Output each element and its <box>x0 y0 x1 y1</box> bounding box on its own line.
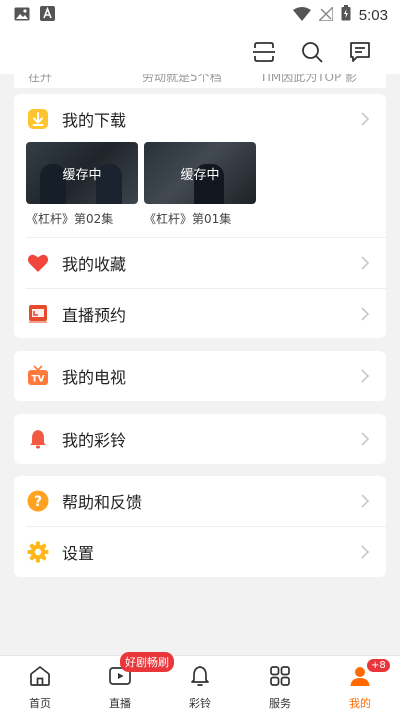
download-caption: 《杠杆》第02集 <box>26 212 114 226</box>
my-downloads-label: 我的下载 <box>62 111 127 130</box>
video-thumbnail: 缓存中 <box>144 142 256 204</box>
status-bar: 5:03 <box>0 0 400 30</box>
my-tv-row[interactable]: TV 我的电视 <box>14 351 386 401</box>
battery-charging-icon <box>341 5 351 25</box>
nav-label: 彩铃 <box>189 697 211 710</box>
chevron-right-icon <box>360 368 370 388</box>
download-icon <box>26 107 50 131</box>
tv-icon: TV <box>26 364 50 388</box>
tv-icon-text: TV <box>31 375 44 385</box>
help-icon-text: ? <box>34 494 42 510</box>
download-list: 缓存中 《杠杆》第02集 缓存中 《杠杆》第01集 <box>14 142 386 227</box>
live-booking-row[interactable]: 直播预约 <box>14 289 386 339</box>
help-feedback-label: 帮助和反馈 <box>62 493 143 512</box>
video-thumbnail: 缓存中 <box>26 142 138 204</box>
grid-icon <box>268 664 292 692</box>
peek-text-3: TIM因此为TOP 影 <box>260 74 358 84</box>
support-card: ? 帮助和反馈 设置 <box>14 476 386 577</box>
bell-icon <box>26 427 50 451</box>
search-icon[interactable] <box>298 38 326 66</box>
nav-ringtone[interactable]: 彩铃 <box>160 656 240 711</box>
chevron-right-icon <box>360 544 370 564</box>
peek-text-2: 劳动就是5个档 <box>142 74 222 84</box>
chevron-right-icon <box>360 111 370 131</box>
a-letter-icon <box>40 5 55 25</box>
bottom-navigation: 首页 直播 好剧畅刷 彩铃 服务 我的 +8 <box>0 652 400 711</box>
nav-label: 我的 <box>349 697 371 710</box>
live-booking-label: 直播预约 <box>62 306 127 325</box>
bell-icon <box>188 664 212 692</box>
nav-home[interactable]: 首页 <box>0 656 80 711</box>
my-tv-label: 我的电视 <box>62 368 127 387</box>
heart-icon <box>26 251 50 275</box>
nav-services[interactable]: 服务 <box>240 656 320 711</box>
nav-live[interactable]: 直播 好剧畅刷 <box>80 652 174 711</box>
calendar-icon <box>26 302 50 326</box>
peek-text-1: 在升 <box>28 74 53 84</box>
nav-label: 直播 <box>109 697 131 710</box>
caching-status: 缓存中 <box>26 142 138 204</box>
gear-icon <box>26 540 50 564</box>
help-icon: ? <box>26 489 50 513</box>
my-tv-card: TV 我的电视 <box>14 351 386 401</box>
image-icon <box>14 6 30 25</box>
my-downloads-row[interactable]: 我的下载 <box>14 94 386 144</box>
download-item[interactable]: 缓存中 《杠杆》第02集 <box>26 142 138 227</box>
status-time: 5:03 <box>358 6 388 24</box>
help-feedback-row[interactable]: ? 帮助和反馈 <box>14 476 386 526</box>
notification-badge: +8 <box>366 658 391 673</box>
wifi-icon <box>292 6 311 25</box>
nav-label: 首页 <box>29 697 51 710</box>
ringtone-card: 我的彩铃 <box>14 414 386 464</box>
message-icon[interactable] <box>346 38 374 66</box>
nav-label: 服务 <box>269 697 291 710</box>
scrolled-content-strip: 在升 劳动就是5个档 TIM因此为TOP 影 <box>14 74 386 88</box>
no-signal-icon <box>317 4 334 25</box>
chevron-right-icon <box>360 255 370 275</box>
library-card: 我的下载 缓存中 《杠杆》第02集 缓存中 《杠杆》第01集 我的收藏 直播预约 <box>14 94 386 338</box>
chevron-right-icon <box>360 431 370 451</box>
settings-label: 设置 <box>62 544 95 563</box>
download-item[interactable]: 缓存中 《杠杆》第01集 <box>144 142 256 227</box>
scan-icon[interactable] <box>250 38 278 66</box>
home-icon <box>28 664 52 692</box>
chevron-right-icon <box>360 493 370 513</box>
download-caption: 《杠杆》第01集 <box>144 212 232 226</box>
my-favorites-label: 我的收藏 <box>62 255 127 274</box>
settings-row[interactable]: 设置 <box>14 527 386 577</box>
top-action-bar <box>0 30 400 74</box>
my-ringtone-row[interactable]: 我的彩铃 <box>14 414 386 464</box>
caching-status: 缓存中 <box>144 142 256 204</box>
chevron-right-icon <box>360 306 370 326</box>
my-ringtone-label: 我的彩铃 <box>62 431 127 450</box>
nav-mine[interactable]: 我的 +8 <box>320 656 400 711</box>
my-favorites-row[interactable]: 我的收藏 <box>14 238 386 288</box>
